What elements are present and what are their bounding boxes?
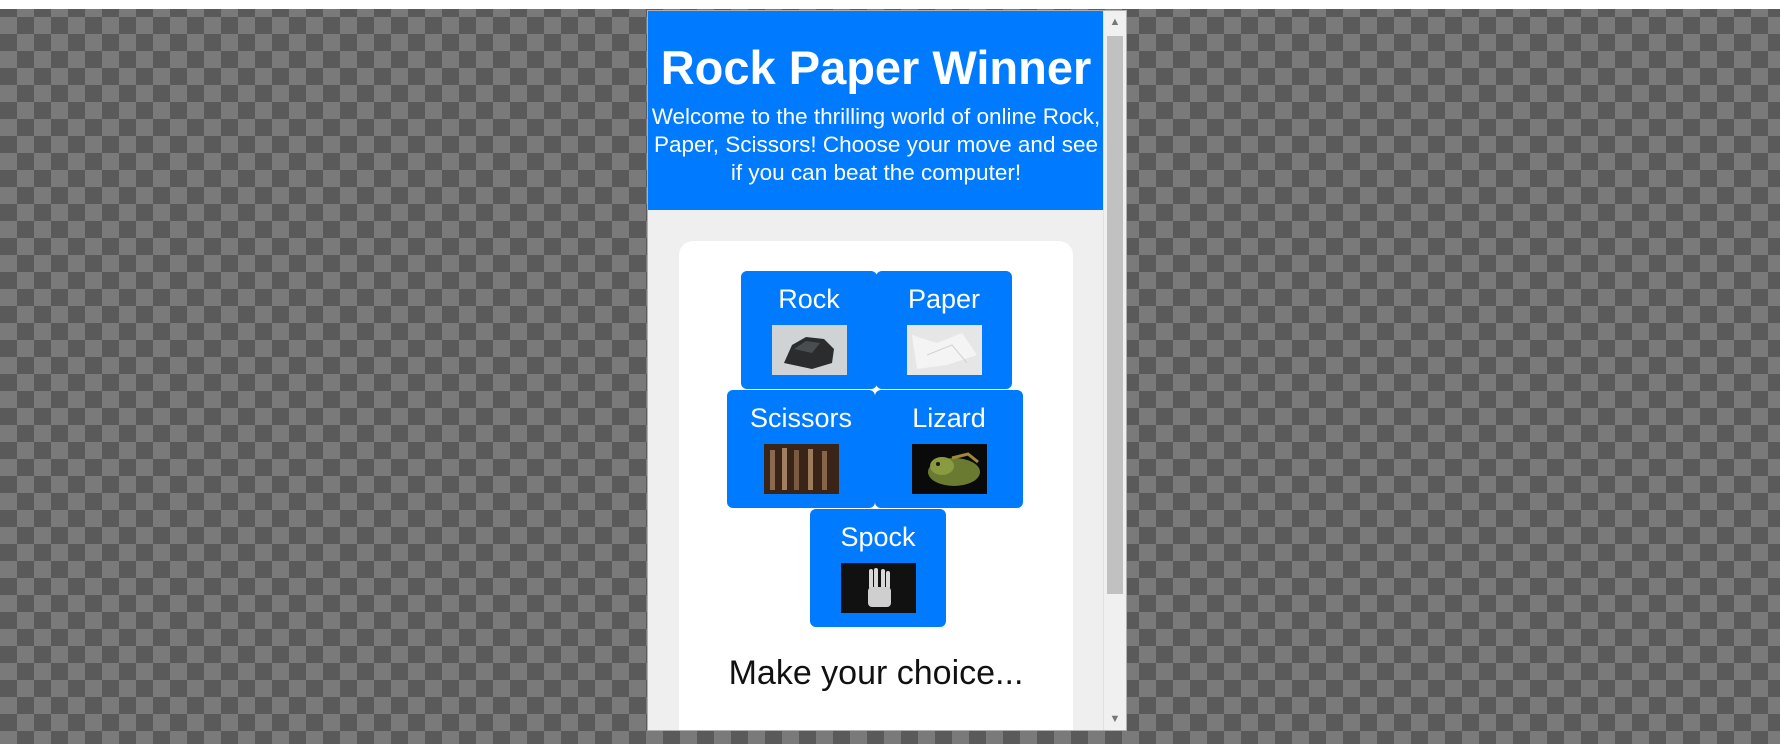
game-card: Rock Paper Scissors Lizard Spock Make yo… [679,241,1073,730]
scrollbar-thumb[interactable] [1107,36,1123,594]
lizard-choice-button[interactable]: Lizard [875,390,1023,508]
paper-label: Paper [907,284,981,314]
spock-choice-button[interactable]: Spock [810,509,946,627]
rock-label: Rock [778,284,840,314]
paper-choice-button[interactable]: Paper [876,271,1012,389]
page-subtitle: Welcome to the thrilling world of online… [651,104,1101,185]
scissors-choice-button[interactable]: Scissors [727,390,875,508]
top-edge-strip [0,0,1780,9]
vertical-scrollbar[interactable]: ▲ ▼ [1103,11,1126,730]
scroll-up-arrow-icon[interactable]: ▲ [1104,11,1126,33]
scissors-label: Scissors [749,403,852,433]
page-content: Rock Paper Winner Welcome to the thrilli… [648,11,1104,730]
rock-image [771,325,847,375]
scroll-down-arrow-icon[interactable]: ▼ [1104,708,1126,730]
paper-image [906,325,982,375]
browser-viewport: Rock Paper Winner Welcome to the thrilli… [647,10,1127,731]
status-prompt: Make your choice... [728,654,1024,692]
page-header: Rock Paper Winner Welcome to the thrilli… [648,11,1104,210]
lizard-image [911,444,987,494]
scissors-image [763,444,839,494]
rock-choice-button[interactable]: Rock [741,271,877,389]
lizard-label: Lizard [912,403,986,433]
spock-image [840,563,916,613]
spock-label: Spock [840,522,916,552]
page-title: Rock Paper Winner [660,41,1092,94]
